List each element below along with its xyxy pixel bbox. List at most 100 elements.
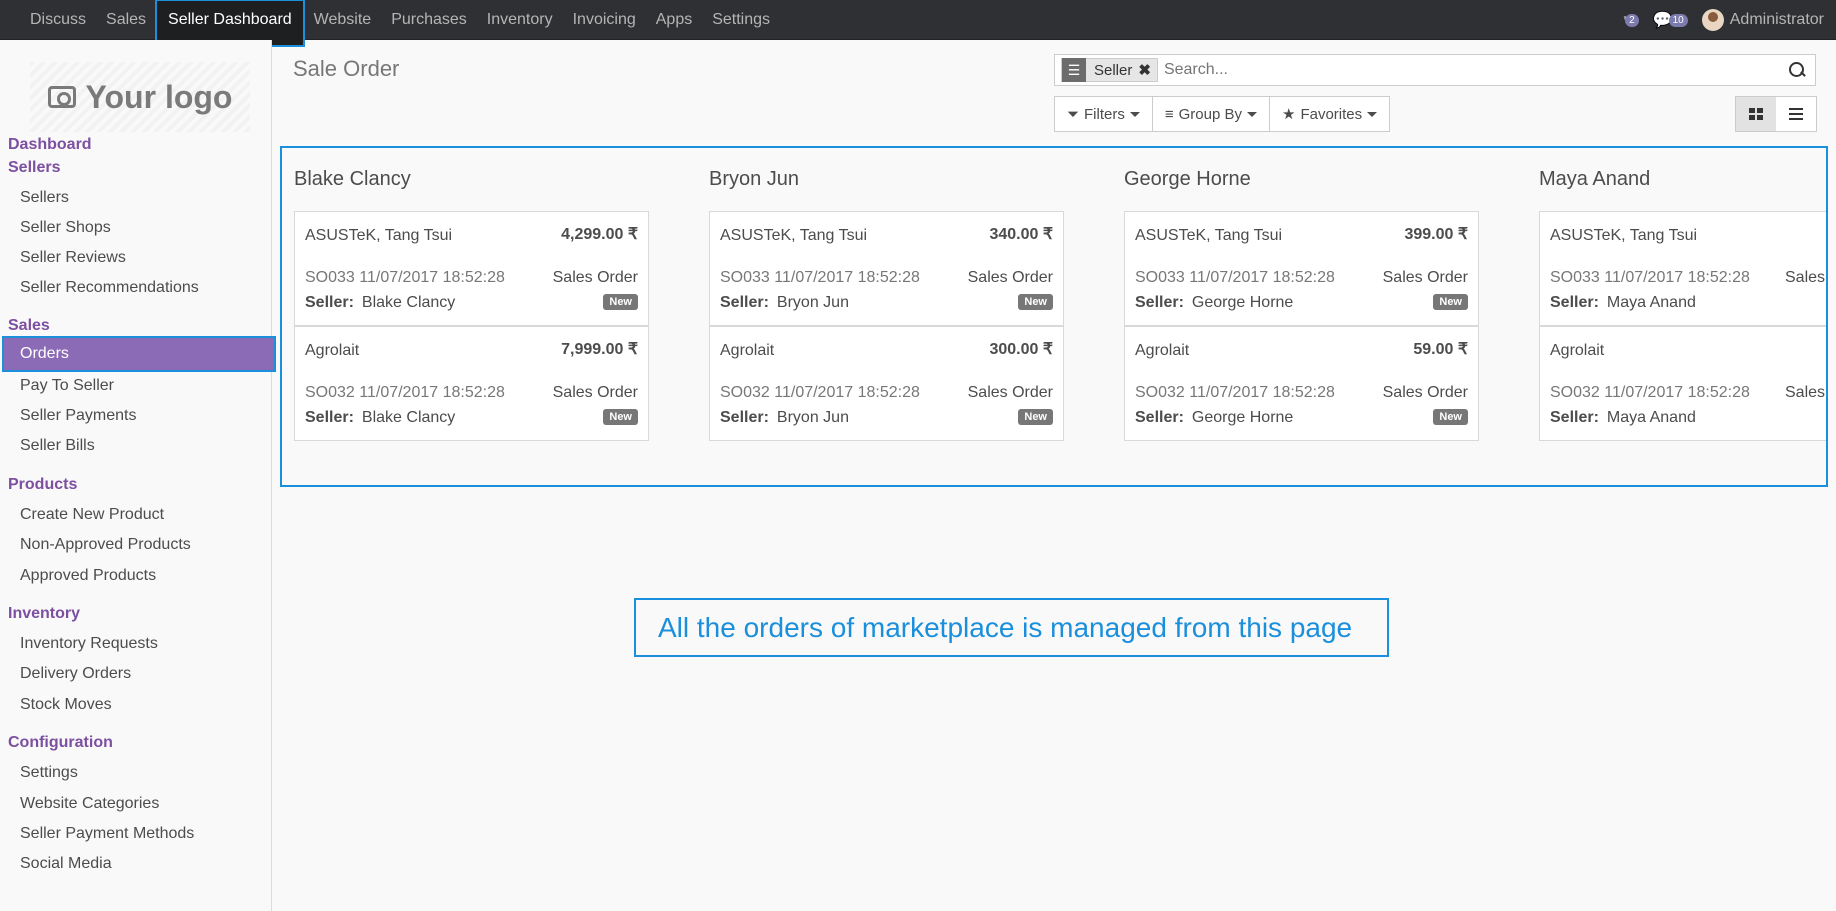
seller-label: Seller: [1135, 409, 1184, 426]
order-type: Sales Order [552, 269, 638, 286]
order-type: Sales [1785, 384, 1826, 401]
seller-name: George Horne [1191, 294, 1294, 311]
kanban-board: Blake Clancy ASUSTeK, Tang Tsui 4,299.00… [280, 146, 1828, 487]
sidebar-item-social-media[interactable]: Social Media [20, 855, 112, 873]
column-title[interactable]: George Horne [1124, 168, 1251, 191]
status-badge: New [1018, 409, 1053, 425]
sidebar-item-non-approved-products[interactable]: Non-Approved Products [20, 536, 191, 554]
kanban-view-button[interactable] [1736, 97, 1776, 131]
seller-line: Seller: Bryon Jun [720, 294, 849, 312]
sidebar-dashboard[interactable]: Dashboard [8, 136, 92, 154]
sidebar-item-stock-moves[interactable]: Stock Moves [20, 696, 112, 714]
filters-button[interactable]: ⏷ Filters [1055, 97, 1153, 131]
menu-sales[interactable]: Sales [96, 0, 156, 40]
user-menu[interactable]: Administrator [1701, 9, 1824, 31]
order-type: Sales Order [967, 269, 1053, 286]
facet-remove-icon[interactable]: ✖ [1136, 61, 1157, 79]
camera-icon [47, 86, 76, 108]
activity-button[interactable]: ◔ 2 [1619, 11, 1639, 29]
order-type: Sales [1785, 269, 1826, 286]
order-type: Sales Order [552, 384, 638, 401]
seller-line: Seller: George Horne [1135, 409, 1293, 427]
order-card[interactable]: Agrolait 8 SO032 11/07/2017 18:52:28 Sal… [1539, 326, 1826, 441]
search-bar: ☰ Seller ✖ [1054, 54, 1816, 86]
column-title[interactable]: Blake Clancy [294, 168, 411, 191]
order-reference: SO033 11/07/2017 18:52:28 [1550, 269, 1750, 286]
menu-discuss[interactable]: Discuss [20, 0, 96, 40]
message-count: 10 [1668, 13, 1688, 27]
column-title[interactable]: Maya Anand [1539, 168, 1650, 191]
view-switcher [1735, 96, 1817, 132]
sidebar-item-seller-shops[interactable]: Seller Shops [20, 219, 111, 237]
order-amount: 300.00 ₹ [989, 341, 1053, 358]
activity-count: 2 [1625, 13, 1639, 27]
sidebar-item-orders[interactable]: Orders [2, 336, 276, 372]
sidebar-item-seller-payment-methods[interactable]: Seller Payment Methods [20, 825, 194, 843]
seller-label: Seller: [720, 294, 769, 311]
sidebar-item-seller-recommendations[interactable]: Seller Recommendations [20, 279, 199, 297]
filters-label: Filters [1084, 105, 1125, 123]
systray: ◔ 2 💬 10 Administrator [1619, 0, 1824, 40]
menu-purchases[interactable]: Purchases [381, 0, 477, 40]
caret-down-icon [1367, 111, 1378, 117]
status-badge: New [603, 409, 638, 425]
menu-inventory[interactable]: Inventory [477, 0, 563, 40]
sidebar-item-create-new-product[interactable]: Create New Product [20, 506, 164, 524]
column-title[interactable]: Bryon Jun [709, 168, 799, 191]
menu-settings[interactable]: Settings [702, 0, 780, 40]
order-type: Sales Order [967, 384, 1053, 401]
order-amount: 7,999.00 ₹ [561, 341, 638, 358]
order-reference: SO032 11/07/2017 18:52:28 [1550, 384, 1750, 401]
order-card[interactable]: Agrolait 59.00 ₹ SO032 11/07/2017 18:52:… [1124, 326, 1479, 441]
sidebar-section-sellers: Sellers [8, 159, 61, 176]
logo-text: Your logo [85, 78, 233, 115]
grid-icon [1749, 108, 1763, 120]
company-logo: Your logo [30, 62, 250, 132]
star-icon: ★ [1282, 106, 1296, 123]
sidebar-item-approved-products[interactable]: Approved Products [20, 567, 156, 585]
order-reference: SO032 11/07/2017 18:52:28 [305, 384, 505, 401]
customer-name: ASUSTeK, Tang Tsui [1550, 227, 1698, 244]
sidebar-item-inventory-requests[interactable]: Inventory Requests [20, 635, 158, 653]
order-reference: SO033 11/07/2017 18:52:28 [720, 269, 920, 286]
sidebar-item-seller-reviews[interactable]: Seller Reviews [20, 249, 126, 267]
order-card[interactable]: Agrolait 7,999.00 ₹ SO032 11/07/2017 18:… [294, 326, 649, 441]
order-card[interactable]: Agrolait 300.00 ₹ SO032 11/07/2017 18:52… [709, 326, 1064, 441]
messages-button[interactable]: 💬 10 [1653, 10, 1688, 30]
menu-website[interactable]: Website [304, 0, 382, 40]
group-by-label: Group By [1178, 105, 1242, 123]
filter-icon: ⏷ [1067, 105, 1080, 123]
status-badge: New [1433, 294, 1468, 310]
status-badge: New [603, 294, 638, 310]
annotation-callout: All the orders of marketplace is managed… [634, 598, 1389, 657]
order-card[interactable]: ASUSTeK, Tang Tsui 6 SO033 11/07/2017 18… [1539, 211, 1826, 326]
app-menu: Discuss Sales Seller Dashboard Website P… [20, 0, 780, 47]
seller-label: Seller: [1550, 294, 1599, 311]
sidebar-item-seller-bills[interactable]: Seller Bills [20, 437, 95, 455]
status-badge: New [1433, 409, 1468, 425]
order-reference: SO033 11/07/2017 18:52:28 [305, 269, 505, 286]
group-by-button[interactable]: ≡ Group By [1153, 97, 1270, 131]
order-card[interactable]: ASUSTeK, Tang Tsui 4,299.00 ₹ SO033 11/0… [294, 211, 649, 326]
search-input[interactable] [1163, 61, 1787, 79]
seller-line: Seller: George Horne [1135, 294, 1293, 312]
sidebar-item-pay-to-seller[interactable]: Pay To Seller [20, 377, 114, 395]
order-card[interactable]: ASUSTeK, Tang Tsui 340.00 ₹ SO033 11/07/… [709, 211, 1064, 326]
sidebar-item-seller-payments[interactable]: Seller Payments [20, 407, 137, 425]
order-reference: SO032 11/07/2017 18:52:28 [1135, 384, 1335, 401]
menu-invoicing[interactable]: Invoicing [563, 0, 646, 40]
favorites-button[interactable]: ★ Favorites [1270, 97, 1389, 131]
list-view-button[interactable] [1776, 97, 1816, 131]
seller-label: Seller: [305, 294, 354, 311]
search-icon[interactable] [1787, 60, 1807, 80]
sidebar-item-website-categories[interactable]: Website Categories [20, 795, 159, 813]
sidebar-item-sellers[interactable]: Sellers [20, 189, 69, 207]
sidebar-item-delivery-orders[interactable]: Delivery Orders [20, 665, 131, 683]
search-facet: ☰ Seller ✖ [1061, 58, 1158, 82]
sidebar-section-configuration: Configuration [8, 734, 113, 751]
order-card[interactable]: ASUSTeK, Tang Tsui 399.00 ₹ SO033 11/07/… [1124, 211, 1479, 326]
seller-line: Seller: Maya Anand [1550, 294, 1696, 312]
facet-label: Seller [1094, 61, 1133, 79]
menu-apps[interactable]: Apps [646, 0, 702, 40]
sidebar-item-settings[interactable]: Settings [20, 764, 78, 782]
